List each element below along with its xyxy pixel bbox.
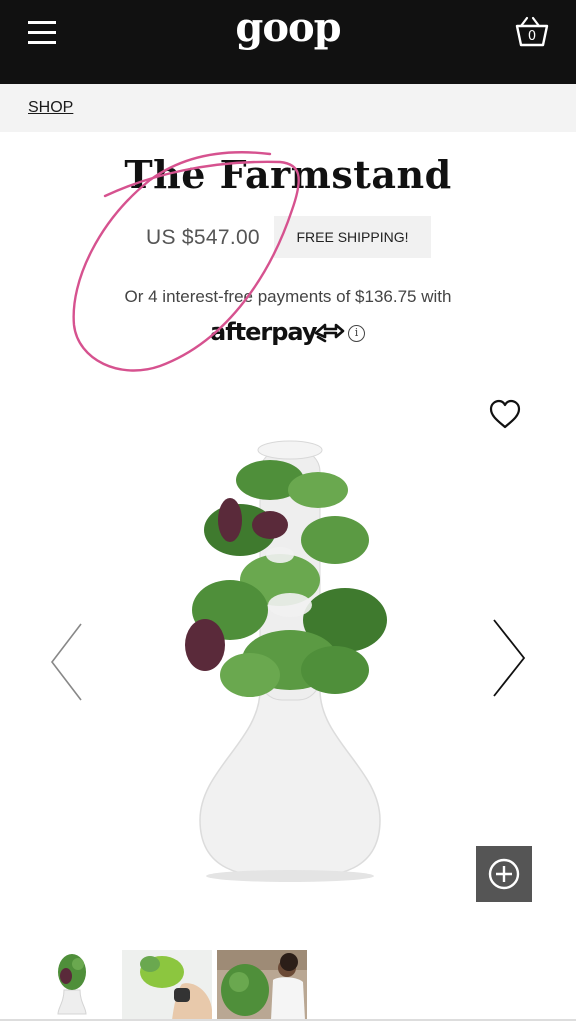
free-shipping-badge: FREE SHIPPING! xyxy=(274,216,431,258)
zoom-plus-icon xyxy=(488,858,520,890)
thumbnail-farmstand[interactable] xyxy=(30,950,114,1020)
thumbnail-hand-lettuce[interactable] xyxy=(122,950,212,1020)
afterpay-arrows-icon xyxy=(314,323,345,343)
product-title: The Farmstand xyxy=(124,152,452,197)
hand-lettuce-thumb xyxy=(122,950,212,1020)
product-price: US $547.00 xyxy=(146,226,260,249)
cart-count: 0 xyxy=(527,29,537,44)
breadcrumb-shop-link[interactable]: SHOP xyxy=(28,99,73,117)
breadcrumb: SHOP xyxy=(0,84,576,132)
afterpay-logo: afterpay xyxy=(210,318,318,346)
product-image[interactable] xyxy=(160,430,420,890)
farmstand-tower-thumb xyxy=(57,954,87,1015)
site-header: goop 0 xyxy=(0,0,576,84)
info-icon[interactable]: i xyxy=(348,325,365,342)
heart-icon[interactable] xyxy=(488,398,522,432)
cart-button[interactable]: 0 xyxy=(512,12,552,52)
thumbnail-woman-garden[interactable] xyxy=(217,950,307,1020)
divider xyxy=(0,1019,576,1021)
chevron-left-icon[interactable] xyxy=(48,620,84,704)
woman-garden-thumb xyxy=(217,950,307,1020)
chevron-right-icon[interactable] xyxy=(490,616,528,700)
site-logo[interactable]: goop xyxy=(0,4,576,51)
zoom-button[interactable] xyxy=(476,846,532,902)
installment-text: Or 4 interest-free payments of $136.75 w… xyxy=(124,287,452,306)
